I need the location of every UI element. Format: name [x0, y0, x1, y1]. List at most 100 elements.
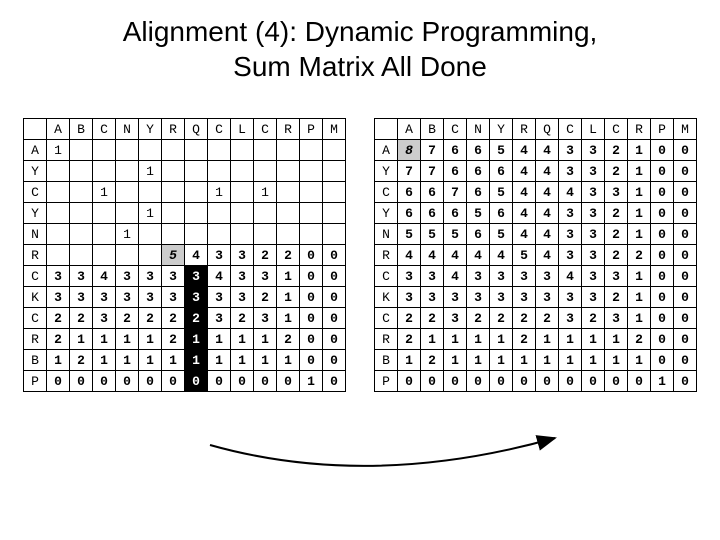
matrix-cell: [162, 224, 185, 245]
right-matrix: ABCNYRQCLCRPMA8766544332100Y776664433210…: [374, 118, 697, 392]
matrix-cell: 7: [421, 161, 444, 182]
matrix-cell: 5: [467, 203, 490, 224]
matrix-cell: 0: [231, 371, 254, 392]
matrix-cell: 1: [444, 329, 467, 350]
matrix-cell: 1: [116, 329, 139, 350]
matrix-cell: 2: [628, 329, 651, 350]
matrix-cell: [93, 140, 116, 161]
matrix-cell: [162, 203, 185, 224]
corner-cell: [24, 119, 47, 140]
matrix-cell: 3: [559, 245, 582, 266]
matrix-cell: 0: [674, 371, 697, 392]
matrix-cell: 2: [254, 287, 277, 308]
matrix-cell: [116, 245, 139, 266]
matrix-cell: 0: [208, 371, 231, 392]
matrix-cell: 0: [674, 182, 697, 203]
matrix-cell: [93, 224, 116, 245]
matrix-cell: 3: [47, 287, 70, 308]
matrix-cell: 2: [162, 308, 185, 329]
page-title: Alignment (4): Dynamic Programming, Sum …: [0, 0, 720, 84]
matrix-cell: 3: [582, 140, 605, 161]
matrix-cell: 5: [162, 245, 185, 266]
matrix-cell: 4: [536, 140, 559, 161]
matrix-cell: [70, 224, 93, 245]
matrix-cell: 1: [628, 308, 651, 329]
matrix-cell: 4: [559, 182, 582, 203]
matrix-cell: [323, 161, 346, 182]
matrix-cell: 0: [116, 371, 139, 392]
matrix-cell: [70, 161, 93, 182]
matrix-cell: 1: [231, 329, 254, 350]
col-header: C: [93, 119, 116, 140]
matrix-cell: [185, 203, 208, 224]
matrix-cell: 2: [231, 308, 254, 329]
matrix-cell: 3: [582, 161, 605, 182]
matrix-cell: 3: [208, 287, 231, 308]
matrix-cell: 8: [398, 140, 421, 161]
matrix-cell: 3: [254, 308, 277, 329]
row-header: C: [24, 182, 47, 203]
matrix-cell: 5: [421, 224, 444, 245]
matrix-cell: 0: [651, 329, 674, 350]
matrix-cell: 7: [444, 182, 467, 203]
matrix-cell: 6: [490, 161, 513, 182]
matrix-cell: 6: [421, 203, 444, 224]
matrix-cell: 1: [628, 266, 651, 287]
matrix-cell: 6: [444, 161, 467, 182]
matrix-cell: 0: [300, 329, 323, 350]
matrix-cell: 4: [444, 266, 467, 287]
matrix-cell: 3: [231, 245, 254, 266]
matrix-cell: 1: [185, 329, 208, 350]
matrix-cell: 4: [398, 245, 421, 266]
matrix-cell: 3: [467, 287, 490, 308]
matrix-cell: 0: [300, 287, 323, 308]
matrix-cell: 6: [398, 203, 421, 224]
row-header: Y: [24, 203, 47, 224]
matrix-cell: 0: [674, 329, 697, 350]
matrix-cell: 3: [93, 287, 116, 308]
col-header: C: [605, 119, 628, 140]
matrix-cell: 1: [208, 350, 231, 371]
col-header: R: [162, 119, 185, 140]
matrix-cell: 3: [208, 245, 231, 266]
matrix-cell: 2: [421, 308, 444, 329]
matrix-cell: 0: [513, 371, 536, 392]
matrix-cell: 3: [162, 266, 185, 287]
matrix-cell: 0: [444, 371, 467, 392]
matrix-cell: 1: [628, 161, 651, 182]
row-header: A: [375, 140, 398, 161]
matrix-cell: [231, 203, 254, 224]
matrix-cell: [185, 140, 208, 161]
matrix-cell: 3: [398, 266, 421, 287]
matrix-cell: 4: [421, 245, 444, 266]
matrix-cell: [70, 245, 93, 266]
matrix-cell: 2: [398, 308, 421, 329]
col-header: L: [231, 119, 254, 140]
matrix-cell: 2: [536, 308, 559, 329]
matrix-cell: 1: [231, 350, 254, 371]
matrix-cell: 0: [536, 371, 559, 392]
matrix-cell: 6: [444, 203, 467, 224]
matrix-cell: 2: [605, 140, 628, 161]
matrix-cell: 1: [605, 350, 628, 371]
matrix-cell: 0: [651, 182, 674, 203]
matrix-cell: 2: [139, 308, 162, 329]
matrix-cell: 6: [444, 140, 467, 161]
col-header: P: [651, 119, 674, 140]
matrix-cell: [185, 161, 208, 182]
matrix-cell: 6: [490, 203, 513, 224]
matrix-cell: 0: [323, 371, 346, 392]
matrix-cell: [323, 203, 346, 224]
col-header: C: [559, 119, 582, 140]
matrix-cell: [231, 140, 254, 161]
matrix-cell: [254, 203, 277, 224]
matrix-cell: 1: [162, 350, 185, 371]
matrix-cell: 1: [467, 350, 490, 371]
col-header: Q: [536, 119, 559, 140]
matrix-cell: [139, 182, 162, 203]
matrix-cell: 2: [47, 329, 70, 350]
matrix-cell: 3: [582, 203, 605, 224]
matrix-cell: 1: [139, 350, 162, 371]
matrix-cell: [323, 182, 346, 203]
matrix-cell: 0: [605, 371, 628, 392]
